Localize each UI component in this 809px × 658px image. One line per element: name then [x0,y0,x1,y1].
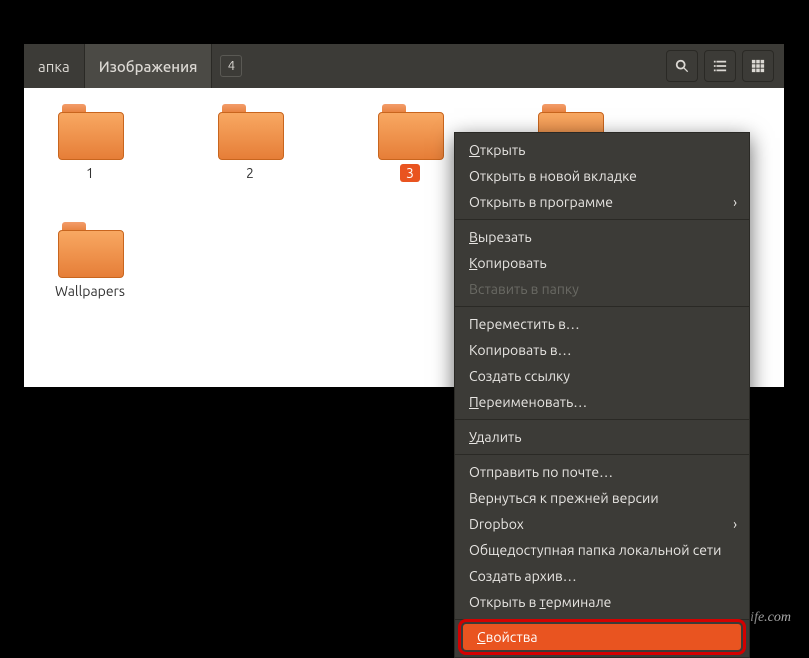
menu-open-with[interactable]: Открыть в программе› [455,189,749,215]
menu-copy[interactable]: Копировать [455,250,749,276]
menu-open-new-tab[interactable]: Открыть в новой вкладке [455,163,749,189]
separator [455,454,749,455]
menu-delete[interactable]: Удалить [455,424,749,450]
menu-create-archive[interactable]: Создать архив… [455,563,749,589]
menu-open-terminal[interactable]: Открыть в терминале [455,589,749,615]
menu-dropbox[interactable]: Dropbox› [455,511,749,537]
menu-rename[interactable]: Переименовать… [455,389,749,415]
menu-make-link[interactable]: Создать ссылку [455,363,749,389]
folder-item[interactable]: Wallpapers [40,222,140,300]
folder-name: Wallpapers [49,282,131,300]
separator [455,306,749,307]
separator [455,619,749,620]
separator [455,219,749,220]
folder-item[interactable]: 3 [360,104,460,182]
folder-item[interactable]: 2 [200,104,300,182]
folder-item[interactable]: 1 [40,104,140,182]
menu-paste: Вставить в папку [455,276,749,302]
list-icon [713,59,727,73]
toolbar: апка Изображения 4 [24,44,784,88]
context-menu: Открыть Открыть в новой вкладке Открыть … [454,132,750,658]
folder-icon [378,104,442,158]
breadcrumb-current[interactable]: Изображения [85,44,213,88]
folder-name: 3 [400,164,420,182]
folder-icon [218,104,282,158]
grid-view-button[interactable] [742,50,774,82]
grid-icon [751,59,765,73]
menu-cut[interactable]: Вырезать [455,224,749,250]
menu-open[interactable]: Открыть [455,137,749,163]
menu-revert[interactable]: Вернуться к прежней версии [455,485,749,511]
chevron-right-icon: › [733,194,737,210]
folder-name: 2 [240,164,260,182]
menu-send-mail[interactable]: Отправить по почте… [455,459,749,485]
list-view-button[interactable] [704,50,736,82]
separator [455,419,749,420]
search-button[interactable] [666,50,698,82]
search-icon [675,59,689,73]
item-count: 4 [220,55,242,77]
folder-icon [58,222,122,276]
menu-move-to[interactable]: Переместить в… [455,311,749,337]
menu-lan-share[interactable]: Общедоступная папка локальной сети [455,537,749,563]
folder-name: 1 [80,164,100,182]
chevron-right-icon: › [733,516,737,532]
folder-icon [58,104,122,158]
menu-properties[interactable]: Свойства [463,624,741,650]
breadcrumb-prev[interactable]: апка [24,44,85,88]
menu-copy-to[interactable]: Копировать в… [455,337,749,363]
